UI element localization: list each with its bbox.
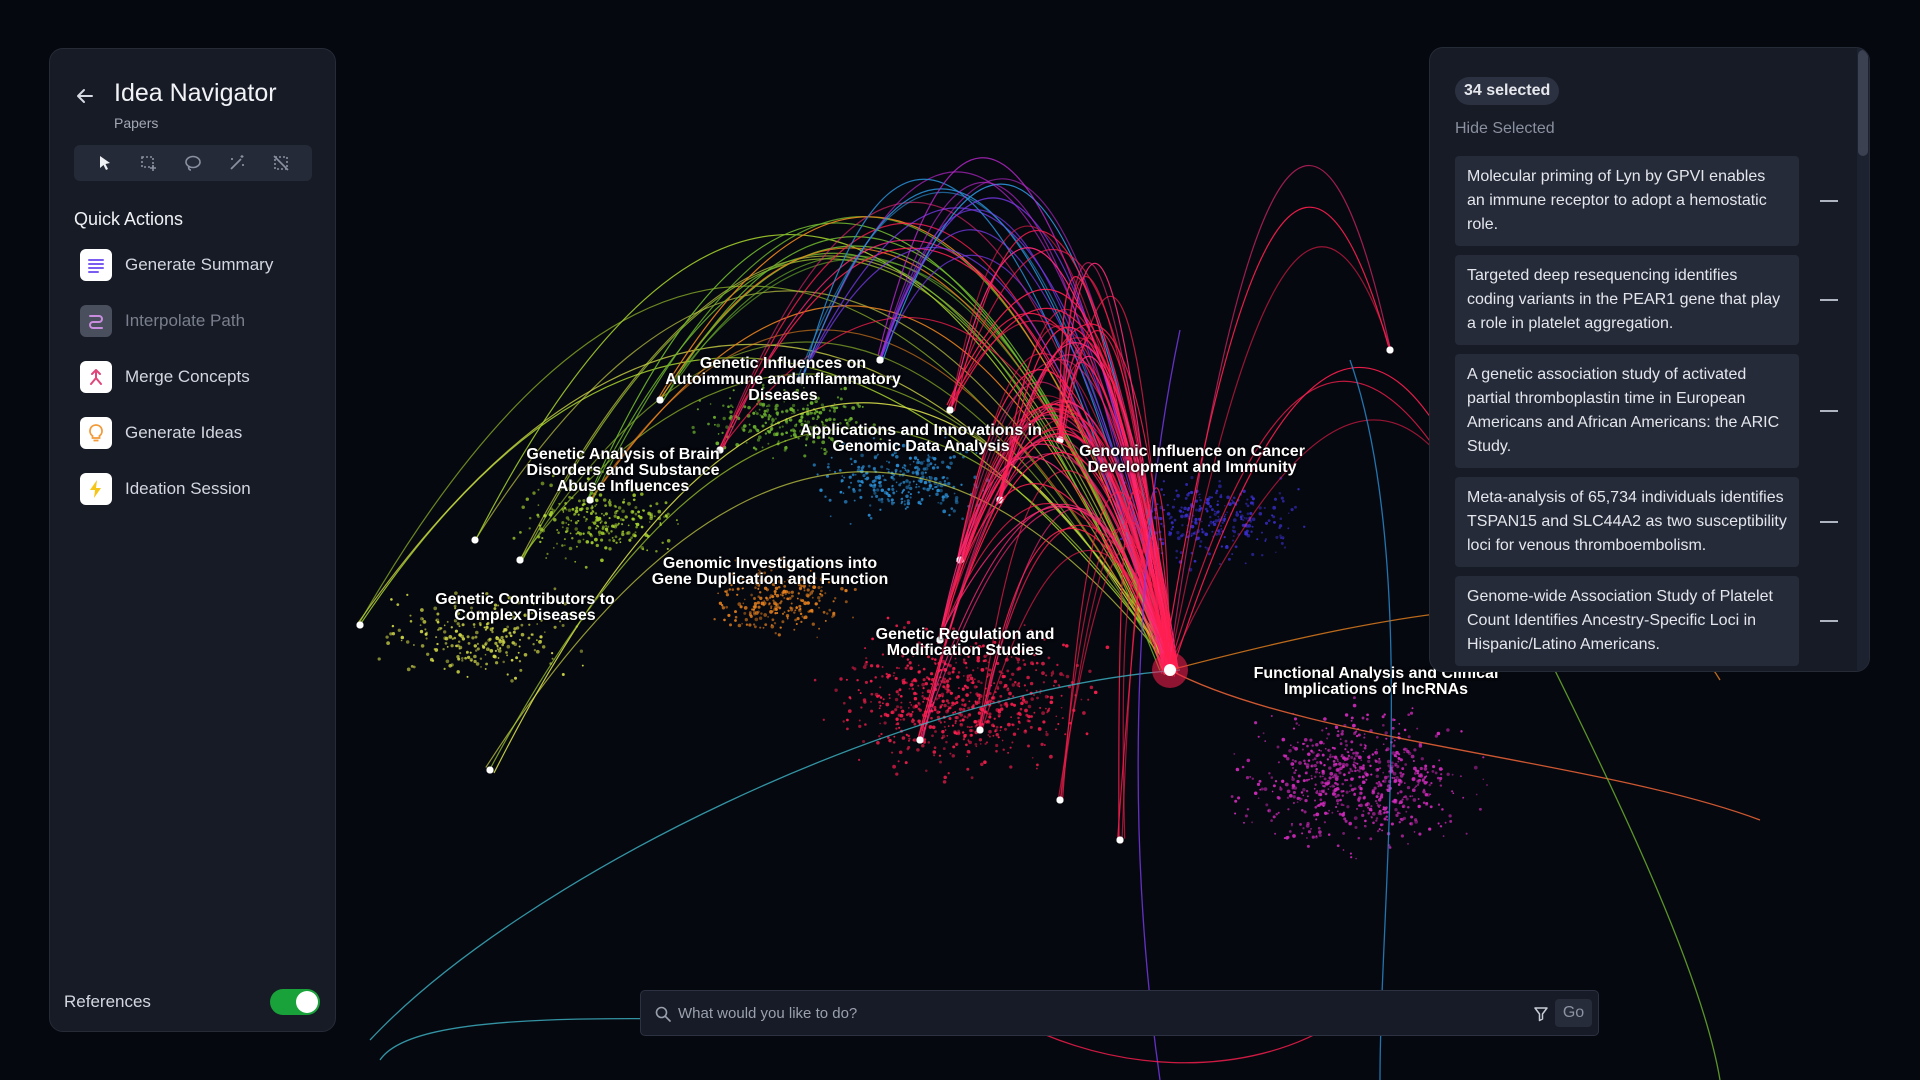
interpolate-path-label: Interpolate Path <box>125 311 246 330</box>
remove-minus-icon[interactable] <box>1820 299 1838 301</box>
selection-panel: 34 selected Hide Selected Molecular prim… <box>1429 47 1870 672</box>
summary-lines-icon <box>80 249 112 281</box>
page-title: Idea Navigator <box>114 79 277 107</box>
paper-card[interactable]: A genetic association study of activated… <box>1455 354 1838 468</box>
merge-concepts-label: Merge Concepts <box>125 367 250 386</box>
paper-title: Targeted deep resequencing identifies co… <box>1467 267 1781 332</box>
references-toggle[interactable] <box>270 989 320 1015</box>
navigator-panel: Idea Navigator Papers Quick Actions Gene… <box>49 48 336 1032</box>
generate-ideas-button[interactable]: Generate Ideas <box>80 417 273 449</box>
deselect-icon[interactable] <box>268 150 294 176</box>
command-input[interactable] <box>678 999 1528 1027</box>
remove-minus-icon[interactable] <box>1820 521 1838 523</box>
selected-hub[interactable] <box>1152 652 1188 688</box>
scroll-thumb[interactable] <box>1858 50 1868 156</box>
quick-actions-heading: Quick Actions <box>74 209 184 229</box>
merge-concepts-button[interactable]: Merge Concepts <box>80 361 273 393</box>
go-button[interactable]: Go <box>1555 999 1592 1027</box>
remove-minus-icon[interactable] <box>1820 200 1838 202</box>
quick-actions-list: Generate Summary Interpolate Path Merge … <box>80 249 273 529</box>
interpolate-path-button[interactable]: Interpolate Path <box>80 305 273 337</box>
generate-ideas-label: Generate Ideas <box>125 423 243 442</box>
page-subtitle: Papers <box>114 115 159 131</box>
hide-selected-button[interactable]: Hide Selected <box>1455 120 1555 138</box>
paper-title: A genetic association study of activated… <box>1467 366 1780 455</box>
ideation-session-label: Ideation Session <box>125 479 251 498</box>
remove-minus-icon[interactable] <box>1820 620 1838 622</box>
search-icon <box>654 1005 672 1023</box>
paper-title: Meta-analysis of 65,734 individuals iden… <box>1467 489 1787 554</box>
selection-scrollbar[interactable] <box>1857 48 1869 671</box>
generate-summary-label: Generate Summary <box>125 255 274 274</box>
paper-title: Molecular priming of Lyn by GPVI enables… <box>1467 168 1767 233</box>
paper-card[interactable]: Genome-wide Association Study of Platele… <box>1455 576 1838 666</box>
selected-count-badge: 34 selected <box>1455 77 1560 105</box>
lasso-icon[interactable] <box>180 150 206 176</box>
command-bar: Go <box>640 990 1599 1036</box>
lightning-bolt-icon <box>80 473 112 505</box>
selected-papers-list: Molecular priming of Lyn by GPVI enables… <box>1455 156 1838 671</box>
remove-minus-icon[interactable] <box>1820 410 1838 412</box>
generate-summary-button[interactable]: Generate Summary <box>80 249 273 281</box>
filter-funnel-icon[interactable] <box>1532 1005 1550 1023</box>
box-select-icon[interactable] <box>136 150 162 176</box>
cursor-arrow-icon[interactable] <box>92 150 118 176</box>
paper-points[interactable] <box>377 379 1488 860</box>
selection-toolbar <box>74 145 312 181</box>
paper-card[interactable]: Molecular priming of Lyn by GPVI enables… <box>1455 156 1838 246</box>
ideation-session-button[interactable]: Ideation Session <box>80 473 273 505</box>
path-curve-icon <box>80 305 112 337</box>
toggle-knob <box>296 991 318 1013</box>
paper-card[interactable]: Targeted deep resequencing identifies co… <box>1455 255 1838 345</box>
back-arrow-icon[interactable] <box>74 85 96 107</box>
paper-card[interactable]: Meta-analysis of 65,734 individuals iden… <box>1455 477 1838 567</box>
merge-arrow-icon <box>80 361 112 393</box>
lightbulb-icon <box>80 417 112 449</box>
magic-wand-icon[interactable] <box>224 150 250 176</box>
references-label: References <box>64 992 151 1011</box>
paper-title: Genome-wide Association Study of Platele… <box>1467 588 1773 653</box>
